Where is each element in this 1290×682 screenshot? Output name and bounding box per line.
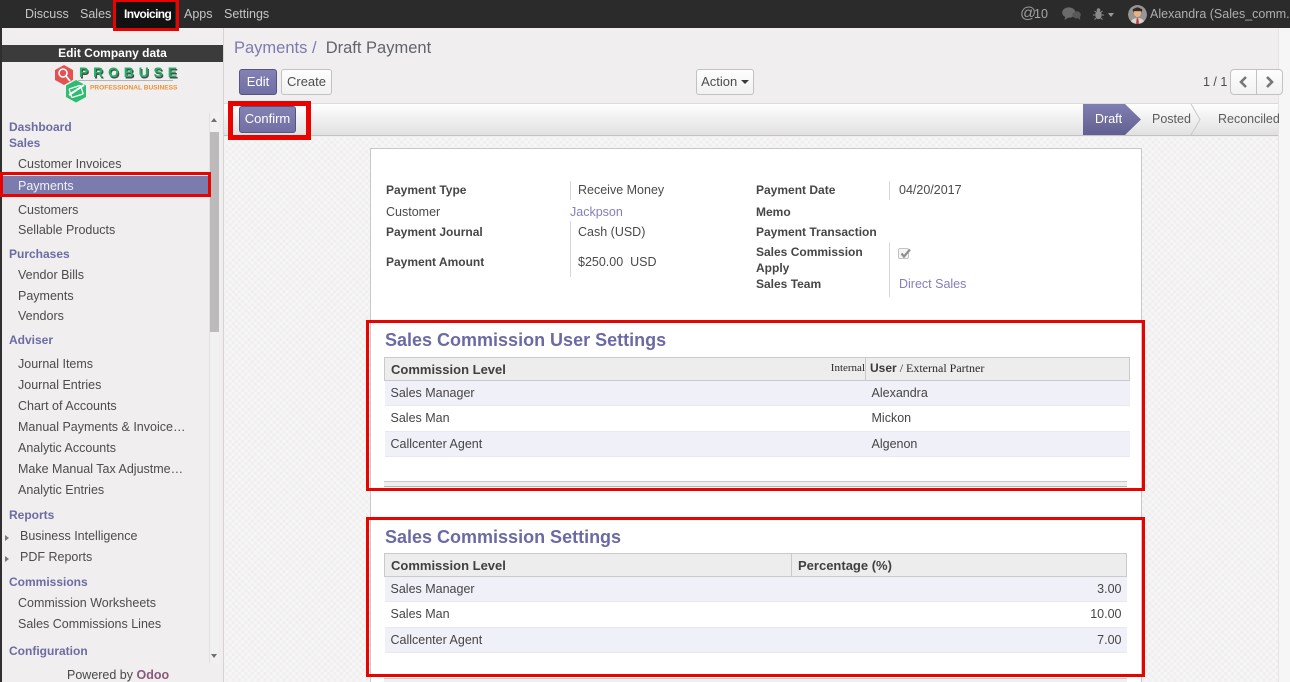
svg-text:PROBUSE: PROBUSE xyxy=(79,64,182,80)
svg-text:PROFESSIONAL BUSINESS: PROFESSIONAL BUSINESS xyxy=(90,85,178,92)
